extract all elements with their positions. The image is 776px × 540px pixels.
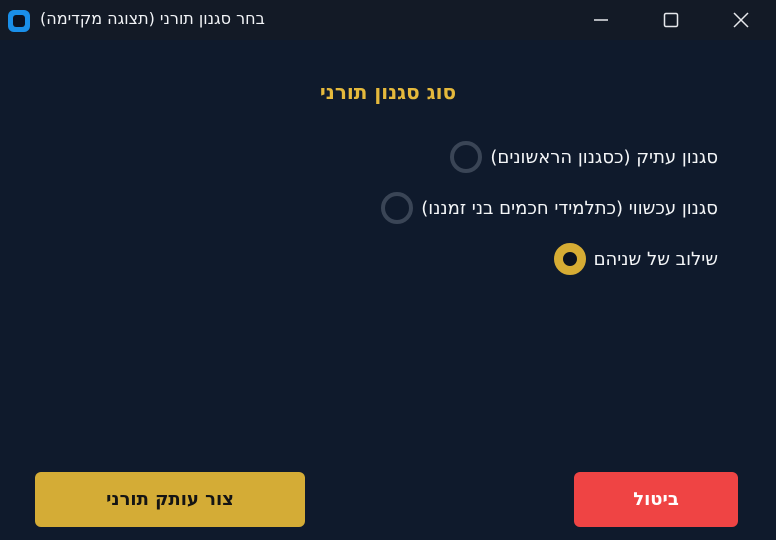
minimize-button[interactable]	[578, 0, 624, 40]
radio-option-contemporary[interactable]: סגנון עכשווי (כתלמידי חכמים בני זמננו)	[381, 191, 718, 225]
radio-unchecked-icon[interactable]	[381, 192, 414, 224]
radio-checked-icon[interactable]	[553, 243, 586, 275]
radio-label: סגנון עכשווי (כתלמידי חכמים בני זמננו)	[421, 197, 718, 219]
radio-label: שילוב של שניהם	[593, 248, 718, 270]
section-heading: סוג סגנון תורני	[319, 80, 457, 104]
dialog-window: בחר סגנון תורני (תצוגה מקדימה) סוג סגנון…	[0, 0, 776, 540]
create-copy-button[interactable]: צור עותק תורני	[35, 472, 305, 527]
close-button[interactable]	[718, 0, 764, 40]
radio-option-combined[interactable]: שילוב של שניהם	[553, 242, 718, 276]
maximize-icon	[663, 12, 679, 28]
radio-option-ancient[interactable]: סגנון עתיק (כסגנון הראשונים)	[450, 140, 718, 174]
maximize-button[interactable]	[648, 0, 694, 40]
radio-label: סגנון עתיק (כסגנון הראשונים)	[490, 146, 718, 168]
window-title: בחר סגנון תורני (תצוגה מקדימה)	[40, 9, 265, 28]
cancel-button[interactable]: ביטול	[574, 472, 738, 527]
minimize-icon	[594, 19, 608, 21]
close-icon	[733, 12, 749, 28]
radio-unchecked-icon[interactable]	[450, 141, 483, 173]
title-bar[interactable]: בחר סגנון תורני (תצוגה מקדימה)	[0, 0, 776, 40]
app-icon	[8, 10, 30, 32]
